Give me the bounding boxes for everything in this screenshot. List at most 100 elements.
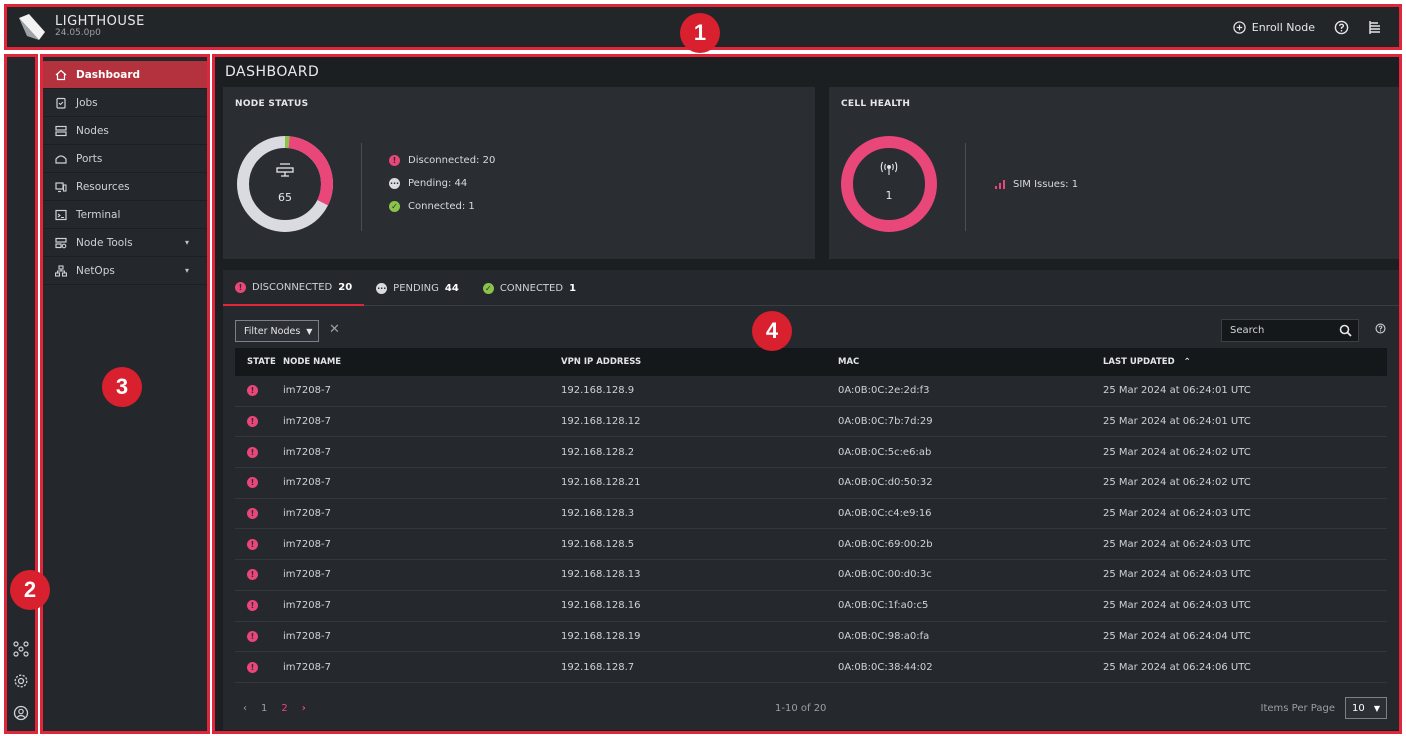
terminal-icon [54,208,68,222]
sidebar-item-netops[interactable]: NetOps ▾ [43,257,207,285]
callout-badge: 1 [680,13,720,53]
version-label: 24.05.0p0 [55,28,101,39]
page-2[interactable]: 2 [281,703,287,714]
col-last-updated[interactable]: LAST UPDATED ⌃ [1103,357,1387,367]
main-content: DASHBOARD NODE STATUS 65 ! Disconnected:… [212,54,1402,734]
enroll-node-label: Enroll Node [1251,20,1315,34]
mac-cell: 0A:0B:0C:2e:2d:f3 [838,385,930,397]
table-row[interactable]: ! im7208-7 192.168.128.7 0A:0B:0C:38:44:02 2… [235,652,1387,683]
tab-connected[interactable]: ✓ CONNECTED 1 [471,270,588,306]
enroll-node-button[interactable]: Enroll Node [1233,21,1315,34]
node-name-cell[interactable]: im7208-7 [283,600,561,611]
node-name-cell[interactable]: im7208-7 [283,569,561,580]
sidebar-item-jobs[interactable]: Jobs [43,89,207,117]
alert-icon: ! [247,477,258,489]
filter-nodes-dropdown[interactable]: Filter Nodes ▼ [235,320,319,342]
last-updated-cell: 25 Mar 2024 at 06:24:02 UTC [1103,446,1251,458]
node-name-cell[interactable]: im7208-7 [283,508,561,519]
vpn-ip-cell: 192.168.128.5 [561,538,635,550]
nodes-table-panel: ! DISCONNECTED 20 ··· PENDING 44 ✓ CONNE… [223,270,1399,730]
state-cell: ! [235,538,283,550]
node-name-cell[interactable]: im7208-7 [283,631,561,642]
user-avatar-icon[interactable] [13,705,29,725]
network-icon[interactable] [13,641,29,661]
cell-health-legend: SIM Issues: 1 [995,179,1078,190]
app-frame: LIGHTHOUSE 24.05.0p0 Enroll Node Dashboa… [0,0,1406,736]
col-vpn-ip[interactable]: VPN IP ADDRESS [561,357,838,367]
sidebar-item-ports[interactable]: Ports [43,145,207,173]
table-row[interactable]: ! im7208-7 192.168.128.16 0A:0B:0C:1f:a0:c5… [235,591,1387,622]
tab-disconnected[interactable]: ! DISCONNECTED 20 [223,270,365,306]
alert-icon: ! [247,416,258,428]
lighthouse-logo-icon[interactable] [17,12,47,42]
node-name-cell[interactable]: im7208-7 [283,477,561,488]
node-name-cell[interactable]: im7208-7 [283,416,561,427]
last-updated-cell: 25 Mar 2024 at 06:24:03 UTC [1103,600,1251,612]
node-name-cell[interactable]: im7208-7 [283,539,561,550]
mac-cell: 0A:0B:0C:00:d0:3c [838,569,932,581]
chevron-down-icon: ▾ [184,238,189,247]
alert-icon: ! [247,661,258,673]
vpn-ip-cell: 192.168.128.3 [561,508,635,520]
table-row[interactable]: ! im7208-7 192.168.128.21 0A:0B:0C:d0:50:32… [235,468,1387,499]
legend-label: SIM Issues: 1 [1013,179,1079,190]
sidebar-item-terminal[interactable]: Terminal [43,201,207,229]
legend-sim-issues: SIM Issues: 1 [995,179,1078,190]
callout-badge: 4 [752,311,792,351]
col-state[interactable]: STATE [235,357,283,367]
tab-count: 44 [444,282,459,294]
menu-list-icon[interactable] [1367,19,1383,35]
node-name-cell[interactable]: im7208-7 [283,447,561,458]
alert-icon: ! [247,538,258,550]
table-row[interactable]: ! im7208-7 192.168.128.9 0A:0B:0C:2e:2d:f3 2… [235,376,1387,407]
sidebar-item-resources[interactable]: Resources [43,173,207,201]
vpn-ip-cell: 192.168.128.2 [561,446,635,458]
per-page-label: Items Per Page [1260,702,1335,714]
state-cell: ! [235,385,283,397]
gear-icon[interactable] [13,673,29,693]
legend-disconnected: ! Disconnected: 20 [389,155,495,166]
sidebar-item-dashboard[interactable]: Dashboard [43,61,207,89]
per-page-select[interactable]: 10 ▼ [1345,697,1387,719]
table-row[interactable]: ! im7208-7 192.168.128.19 0A:0B:0C:98:a0:fa… [235,622,1387,653]
table-row[interactable]: ! im7208-7 192.168.128.12 0A:0B:0C:7b:7d:29… [235,407,1387,438]
alert-icon: ! [247,600,258,612]
clear-filter-icon[interactable]: ✕ [329,322,340,337]
table-row[interactable]: ! im7208-7 192.168.128.5 0A:0B:0C:69:00:2b 2… [235,529,1387,561]
state-cell: ! [235,446,283,458]
sidebar-item-nodes[interactable]: Nodes [43,117,207,145]
table-row[interactable]: ! im7208-7 192.168.128.2 0A:0B:0C:5c:e6:ab 2… [235,437,1387,469]
alert-icon: ! [247,630,258,642]
help-icon[interactable] [1333,19,1349,35]
tab-label: PENDING [393,282,439,294]
vpn-ip-cell: 192.168.128.16 [561,600,641,612]
chevron-down-icon: ▾ [184,266,189,275]
col-last-updated-label: LAST UPDATED [1103,357,1175,367]
last-updated-cell: 25 Mar 2024 at 06:24:01 UTC [1103,385,1251,397]
sort-asc-icon[interactable]: ⌃ [1184,357,1191,367]
table-row[interactable]: ! im7208-7 192.168.128.13 0A:0B:0C:00:d0:3c… [235,560,1387,591]
legend-pending: ··· Pending: 44 [389,178,495,189]
col-node-name[interactable]: NODE NAME [283,357,561,367]
caret-down-icon: ▼ [306,326,313,336]
last-updated-cell: 25 Mar 2024 at 06:24:03 UTC [1103,538,1251,550]
node-status-donut: 65 [237,136,333,232]
help-icon[interactable] [1375,323,1386,334]
tab-pending[interactable]: ··· PENDING 44 [364,270,471,306]
sidebar-item-node-tools[interactable]: Node Tools ▾ [43,229,207,257]
brand: LIGHTHOUSE 24.05.0p0 [55,14,145,39]
search-input[interactable]: Search [1221,319,1359,342]
table-row[interactable]: ! im7208-7 192.168.128.3 0A:0B:0C:c4:e9:16 2… [235,499,1387,530]
antenna-icon [880,161,898,175]
next-page-icon[interactable]: › [302,703,306,714]
prev-page-icon[interactable]: ‹ [243,703,247,714]
sidebar-item-label: Ports [76,152,103,165]
col-mac[interactable]: MAC [838,357,1103,367]
pending-icon: ··· [376,282,388,294]
mac-cell: 0A:0B:0C:69:00:2b [838,538,933,550]
node-name-cell[interactable]: im7208-7 [283,385,561,396]
search-icon[interactable] [1339,324,1352,337]
vpn-ip-cell: 192.168.128.12 [561,416,641,428]
page-1[interactable]: 1 [261,703,267,714]
node-name-cell[interactable]: im7208-7 [283,662,561,673]
